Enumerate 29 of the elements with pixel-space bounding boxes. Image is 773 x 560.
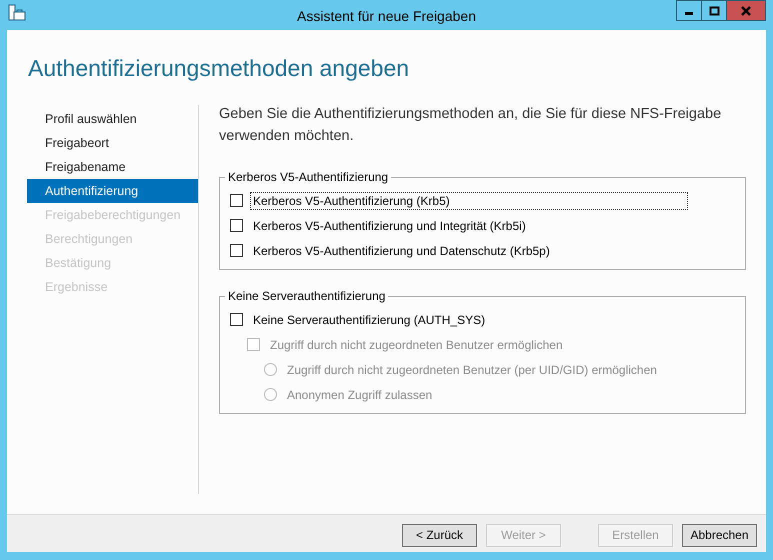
wizard-step[interactable]: Authentifizierung [27,179,198,203]
maximize-button[interactable] [701,0,727,21]
maximize-icon [708,6,720,16]
description-text: Geben Sie die Authentifizierungsmethoden an, die Sie für diese NFS-Freigabe verwenden möchten. [219,105,722,146]
option-label: Anonymen Zugriff zulassen [286,386,434,404]
wizard-button[interactable]: < Zurück [402,524,477,546]
checkbox[interactable] [230,194,243,207]
option-label: Kerberos V5-Authentifizierung (Krb5) [250,192,688,210]
close-icon [740,6,752,16]
minimize-button[interactable] [676,0,702,21]
option-label: Keine Serverauthentifizierung (AUTH_SYS) [252,312,486,328]
page-heading: Authentifizierungsmethoden angeben [27,54,410,83]
wizard-step[interactable]: Freigabename [27,155,198,179]
wizard-step[interactable]: Freigabeort [27,131,198,155]
server-icon [8,4,26,22]
wizard-button[interactable]: Abbrechen [682,524,757,546]
minimize-icon [685,12,693,15]
wizard-step[interactable]: Profil auswählen [27,107,198,131]
option-label: Zugriff durch nicht zugeordneten Benutzer (per UID/GID) ermöglichen [286,362,658,378]
option-label: Zugriff durch nicht zugeordneten Benutzer ermöglichen [269,336,564,354]
window-title: Assistent für neue Freigaben [297,7,476,24]
group-title: Kerberos V5-Authentifizierung [225,170,392,184]
option-label: Kerberos V5-Authentifizierung und Datenschutz (Krb5p) [252,242,551,260]
checkbox[interactable] [230,244,243,257]
close-button[interactable] [726,0,766,21]
checkbox[interactable] [230,219,243,232]
checkbox[interactable] [230,313,243,326]
group-title: Keine Serverauthentifizierung [225,289,388,303]
option-label: Kerberos V5-Authentifizierung und Integrität (Krb5i) [252,218,527,234]
